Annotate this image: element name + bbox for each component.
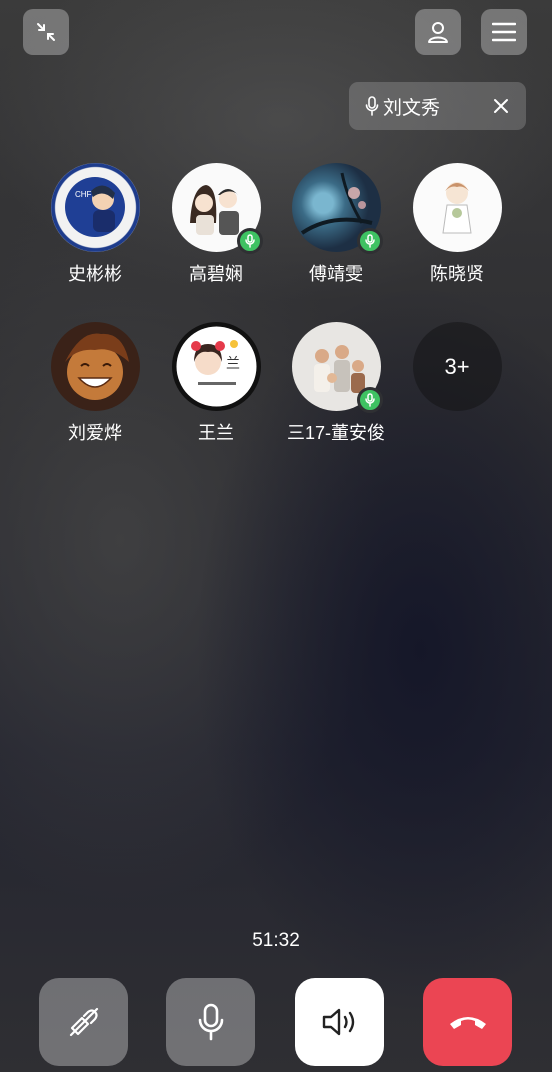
microphone-icon [364,393,375,407]
hang-up-button[interactable] [423,978,512,1066]
participant-tile[interactable]: 刘爱烨 [35,322,155,445]
close-speaker-chip-button[interactable] [490,95,512,117]
collapse-arrows-icon [37,23,55,41]
svg-text:兰: 兰 [226,356,240,372]
microphone-icon [198,1003,223,1041]
minimize-button[interactable] [23,9,69,55]
svg-text:CHF: CHF [75,190,92,199]
effects-toggle-button[interactable] [39,978,128,1066]
participant-name: 史彬彬 [68,264,122,284]
participant-tile[interactable]: 三17-董安俊 [276,322,396,445]
participant-tile[interactable]: CHF 史彬彬 [35,163,155,286]
participant-name: 高碧娴 [189,264,243,284]
microphone-icon [364,234,375,248]
more-count: 3+ [412,322,502,411]
participant-name: 王兰 [198,423,234,443]
avatar: CHF [50,163,140,252]
menu-button[interactable] [481,9,527,55]
participant-tile[interactable]: 高碧娴 [156,163,276,286]
speaking-indicator [236,228,263,254]
speaking-indicator [356,387,383,413]
participant-tile[interactable]: 傅靖雯 [276,163,396,286]
more-participants-button[interactable]: 3+ [397,322,517,411]
mute-button[interactable] [166,978,255,1066]
avatar [291,163,383,254]
active-speaker-chip: 刘文秀 [349,82,526,130]
participant-name: 三17-董安俊 [286,423,385,443]
speaker-button[interactable] [295,978,384,1066]
avatar [291,322,383,413]
hamburger-menu-icon [492,22,516,42]
avatar [171,163,263,254]
hang-up-icon [449,1017,486,1029]
microphone-icon [244,234,255,248]
close-icon [494,99,508,113]
avatar [50,322,140,411]
person-icon [428,22,448,43]
avatar: 兰 [171,322,261,411]
participant-tile[interactable]: 陈晓贤 [397,163,517,286]
speaking-indicator [356,228,383,254]
participant-name: 陈晓贤 [430,264,484,284]
participant-name: 傅靖雯 [309,264,363,284]
participant-name: 刘爱烨 [68,423,122,443]
active-speaker-name: 刘文秀 [383,97,441,119]
speaker-icon [322,1008,354,1036]
avatar [412,163,502,252]
magic-wand-off-icon [69,1007,98,1037]
call-timer: 51:32 [252,930,300,951]
participant-tile[interactable]: 兰 王兰 [156,322,276,445]
microphone-icon [365,96,379,116]
participants-button[interactable] [415,9,461,55]
